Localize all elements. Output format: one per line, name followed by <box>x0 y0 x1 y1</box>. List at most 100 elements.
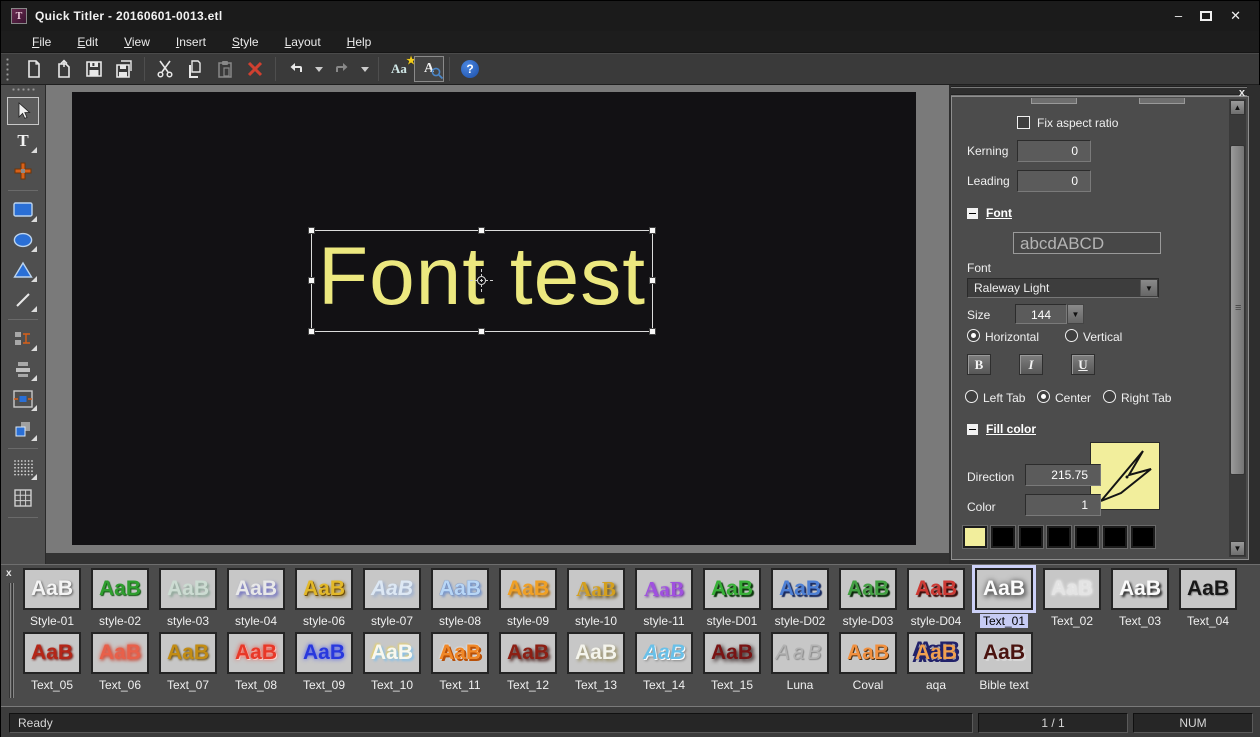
italic-button[interactable]: I <box>1019 354 1043 375</box>
leading-field[interactable]: 0 <box>1017 170 1091 192</box>
style-preset-swatch[interactable]: AaB <box>91 632 149 674</box>
menu-item-view[interactable]: View <box>111 33 163 51</box>
style-preset-swatch[interactable]: AaB <box>159 568 217 610</box>
safe-area-grid-tool[interactable] <box>7 484 39 512</box>
vertical-radio[interactable] <box>1065 329 1078 342</box>
center-tab-radio[interactable] <box>1037 390 1050 403</box>
style-preset-swatch[interactable]: AaB <box>703 568 761 610</box>
style-preset-swatch[interactable]: AaB <box>159 632 217 674</box>
style-preset-swatch[interactable]: AaB <box>635 632 693 674</box>
gallery-grab-handle[interactable] <box>9 583 14 698</box>
style-preset-swatch[interactable]: AaB <box>839 632 897 674</box>
style-preset-swatch[interactable]: AaB <box>91 568 149 610</box>
style-preset-swatch[interactable]: AaB <box>363 568 421 610</box>
text-object-selection[interactable]: Font test <box>308 227 656 335</box>
resize-handle-ne[interactable] <box>649 227 656 234</box>
fill-color-swatch-3[interactable] <box>1019 526 1043 548</box>
style-preset-Text_07[interactable]: AaB Text_07 <box>159 632 217 692</box>
style-preset-style-08[interactable]: AaB style-08 <box>431 568 489 628</box>
horizontal-radio[interactable] <box>967 329 980 342</box>
menu-item-layout[interactable]: Layout <box>272 33 334 51</box>
transform-tool[interactable] <box>7 157 39 185</box>
style-preset-swatch[interactable]: AaB <box>431 632 489 674</box>
resize-handle-w[interactable] <box>308 277 315 284</box>
resize-handle-n[interactable] <box>478 227 485 234</box>
resize-handle-nw[interactable] <box>308 227 315 234</box>
style-preset-swatch[interactable]: AaB <box>1179 568 1237 610</box>
style-preset-Style-01[interactable]: AaB Style-01 <box>23 568 81 628</box>
style-preset-Text_09[interactable]: AaB Text_09 <box>295 632 353 692</box>
style-preset-swatch[interactable]: AaB <box>1043 568 1101 610</box>
style-preset-style-02[interactable]: AaB style-02 <box>91 568 149 628</box>
style-preset-style-D01[interactable]: AaB style-D01 <box>703 568 761 628</box>
style-preset-swatch[interactable]: AaB <box>907 632 965 674</box>
style-preset-swatch[interactable]: AaB <box>975 632 1033 674</box>
undo-dropdown-button[interactable] <box>311 56 327 82</box>
style-preset-swatch[interactable]: AaB <box>431 568 489 610</box>
style-preset-aqa[interactable]: AaB aqa <box>907 632 965 692</box>
redo-dropdown-button[interactable] <box>357 56 373 82</box>
fill-color-swatch-4[interactable] <box>1047 526 1071 548</box>
style-preset-swatch[interactable]: AaB <box>227 568 285 610</box>
direction-field[interactable]: 215.75 <box>1025 464 1101 486</box>
height-field-partial[interactable] <box>1139 98 1185 104</box>
style-preset-swatch[interactable]: AaB <box>567 632 625 674</box>
copy-button[interactable] <box>180 56 210 82</box>
width-field-partial[interactable] <box>1031 98 1077 104</box>
save-button[interactable] <box>79 56 109 82</box>
triangle-tool[interactable] <box>7 256 39 284</box>
font-size-field[interactable]: 144 <box>1015 304 1067 324</box>
title-page[interactable]: Font test <box>72 92 916 545</box>
style-preset-Text_13[interactable]: AaB Text_13 <box>567 632 625 692</box>
style-preset-Text_06[interactable]: AaB Text_06 <box>91 632 149 692</box>
resize-handle-e[interactable] <box>649 277 656 284</box>
style-preset-style-D04[interactable]: AaB style-D04 <box>907 568 965 628</box>
style-preset-swatch[interactable]: AaB <box>567 568 625 610</box>
align-tool[interactable] <box>7 355 39 383</box>
undo-button[interactable] <box>281 56 311 82</box>
redo-button[interactable] <box>327 56 357 82</box>
ellipse-tool[interactable] <box>7 226 39 254</box>
fill-color-swatch-1[interactable] <box>963 526 987 548</box>
chevron-down-icon[interactable]: ▼ <box>1140 280 1157 296</box>
font-size-dropdown-icon[interactable]: ▼ <box>1067 304 1084 324</box>
style-preset-swatch[interactable]: AaB <box>1111 568 1169 610</box>
style-preset-Text_01[interactable]: AaB Text_01 <box>972 565 1036 628</box>
resize-handle-sw[interactable] <box>308 328 315 335</box>
scroll-up-icon[interactable]: ▲ <box>1230 100 1245 115</box>
style-preset-style-06[interactable]: AaB style-06 <box>295 568 353 628</box>
help-button[interactable]: ? <box>455 56 485 82</box>
right-tab-radio[interactable] <box>1103 390 1116 403</box>
select-tool[interactable] <box>7 97 39 125</box>
style-preset-Text_15[interactable]: AaB Text_15 <box>703 632 761 692</box>
resize-handle-s[interactable] <box>478 328 485 335</box>
paste-button[interactable] <box>210 56 240 82</box>
toolbar-drag-handle[interactable] <box>5 57 11 81</box>
style-preset-Bible text[interactable]: AaB Bible text <box>975 632 1033 692</box>
minimize-button[interactable]: – <box>1175 9 1182 23</box>
scroll-down-icon[interactable]: ▼ <box>1230 541 1245 556</box>
style-preset-Text_02[interactable]: AaB Text_02 <box>1043 568 1101 628</box>
style-preset-Text_05[interactable]: AaB Text_05 <box>23 632 81 692</box>
style-preset-style-10[interactable]: AaB style-10 <box>567 568 625 628</box>
style-preset-swatch[interactable]: AaB <box>363 632 421 674</box>
line-tool[interactable] <box>7 286 39 314</box>
style-preset-Text_12[interactable]: AaB Text_12 <box>499 632 557 692</box>
style-preset-swatch[interactable]: AaB <box>499 568 557 610</box>
menu-item-file[interactable]: File <box>19 33 64 51</box>
style-preset-Text_11[interactable]: AaB Text_11 <box>431 632 489 692</box>
gallery-close-icon[interactable]: x <box>6 568 12 579</box>
style-preset-swatch[interactable]: AaB <box>23 568 81 610</box>
style-preset-swatch[interactable]: AaB <box>972 565 1036 613</box>
palette-drag-handle[interactable] <box>11 87 35 92</box>
menu-item-insert[interactable]: Insert <box>163 33 219 51</box>
style-preset-swatch[interactable]: AaB <box>635 568 693 610</box>
text-tool[interactable]: T <box>7 127 39 155</box>
style-preset-style-D02[interactable]: AaB style-D02 <box>771 568 829 628</box>
resize-handle-se[interactable] <box>649 328 656 335</box>
style-preset-swatch[interactable]: AaB <box>295 632 353 674</box>
fill-color-swatch-5[interactable] <box>1075 526 1099 548</box>
left-tab-radio[interactable] <box>965 390 978 403</box>
style-preset-style-07[interactable]: AaB style-07 <box>363 568 421 628</box>
scrollbar-thumb[interactable] <box>1230 145 1245 475</box>
